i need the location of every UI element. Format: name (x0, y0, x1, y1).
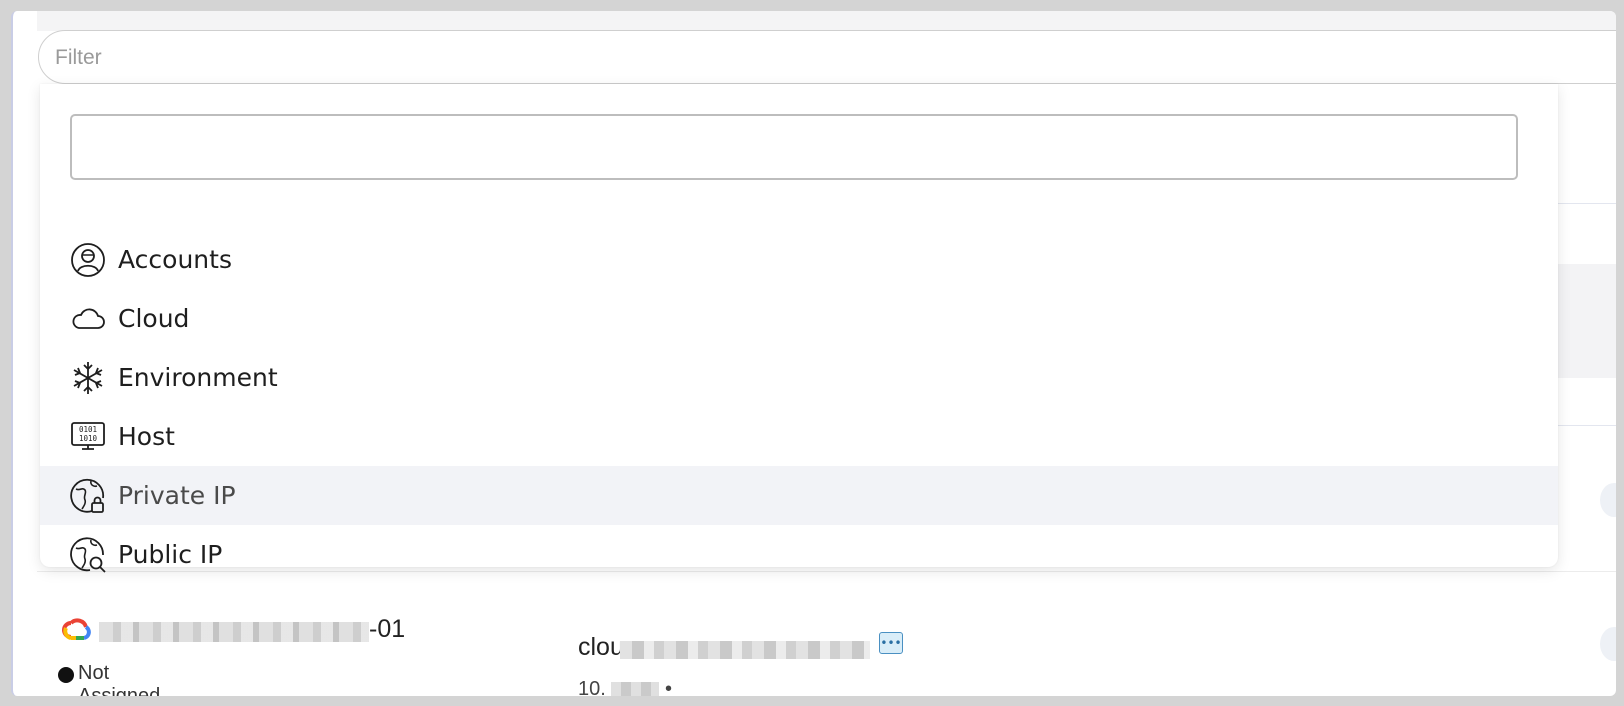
app-frame: -01 Not Assigned clou ••• 10. • - Accoun… (11, 11, 1616, 696)
option-label: Public IP (118, 540, 223, 569)
snowflake-icon (73, 362, 103, 394)
top-strip (37, 11, 1616, 31)
filter-dropdown: Accounts Cloud Environment 0101 1010 Hos… (40, 84, 1558, 573)
option-public-ip[interactable]: Public IP (40, 525, 1558, 584)
user-circle-icon (71, 243, 105, 277)
google-cloud-icon (62, 618, 91, 640)
svg-text:0101: 0101 (79, 425, 97, 434)
option-host[interactable]: 0101 1010 Host (40, 407, 1558, 466)
option-label: Host (118, 422, 175, 451)
hostname-prefix: clou (578, 633, 624, 661)
redacted-ip (611, 682, 659, 696)
filter-input[interactable] (53, 31, 457, 85)
status-label: Not Assigned (78, 662, 161, 696)
ip-prefix: 10. (578, 678, 606, 696)
resource-name-suffix: -01 (369, 615, 406, 643)
row-action-button[interactable] (1600, 627, 1616, 661)
option-label: Environment (118, 363, 278, 392)
option-private-ip[interactable]: Private IP (40, 466, 1558, 525)
option-label: Private IP (118, 481, 236, 510)
option-cloud[interactable]: Cloud (40, 289, 1558, 348)
ip-separator: • - (665, 678, 673, 696)
binary-monitor-icon: 0101 1010 (71, 422, 105, 450)
filter-bar[interactable] (38, 30, 1616, 85)
redacted-hostname (620, 641, 870, 659)
status-dot (58, 667, 74, 683)
redacted-name (99, 622, 369, 642)
row-action-button[interactable] (1600, 483, 1616, 517)
option-label: Accounts (118, 245, 232, 274)
dropdown-search-input[interactable] (70, 114, 1518, 180)
option-label: Cloud (118, 304, 190, 333)
more-button[interactable]: ••• (879, 632, 903, 654)
svg-text:1010: 1010 (79, 434, 98, 443)
globe-lock-icon (70, 478, 105, 513)
cloud-icon (72, 308, 105, 329)
option-environment[interactable]: Environment (40, 348, 1558, 407)
globe-search-icon (70, 537, 106, 573)
option-accounts[interactable]: Accounts (40, 230, 1558, 289)
